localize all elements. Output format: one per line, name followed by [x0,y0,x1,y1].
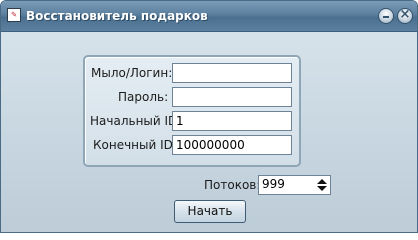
start-button[interactable]: Начать [174,200,246,223]
threads-label: Потоков: [204,178,261,192]
end-id-label: Конечный ID: [93,138,177,152]
login-input[interactable] [172,63,292,83]
login-label: Мыло/Логин: [91,66,173,80]
start-id-input[interactable] [172,111,292,131]
spin-up-arrow-icon[interactable] [317,179,327,184]
start-id-label: Начальный ID: [90,114,182,128]
spin-arrows[interactable] [316,177,328,193]
threads-value[interactable]: 999 [262,177,285,191]
password-label: Пароль: [118,90,169,104]
window-title: Восстановитель подарков [26,9,208,23]
end-id-input[interactable] [172,135,292,155]
minimize-button[interactable] [378,8,394,24]
password-input[interactable] [172,87,292,107]
close-button[interactable] [397,7,413,24]
main-window: ✎ Восстановитель подарков Мыло/Логин: Па… [0,0,418,233]
spin-down-arrow-icon[interactable] [317,186,327,191]
title-bar: ✎ Восстановитель подарков [1,1,417,32]
app-icon[interactable]: ✎ [7,8,21,22]
threads-spinbox[interactable]: 999 [258,175,331,195]
